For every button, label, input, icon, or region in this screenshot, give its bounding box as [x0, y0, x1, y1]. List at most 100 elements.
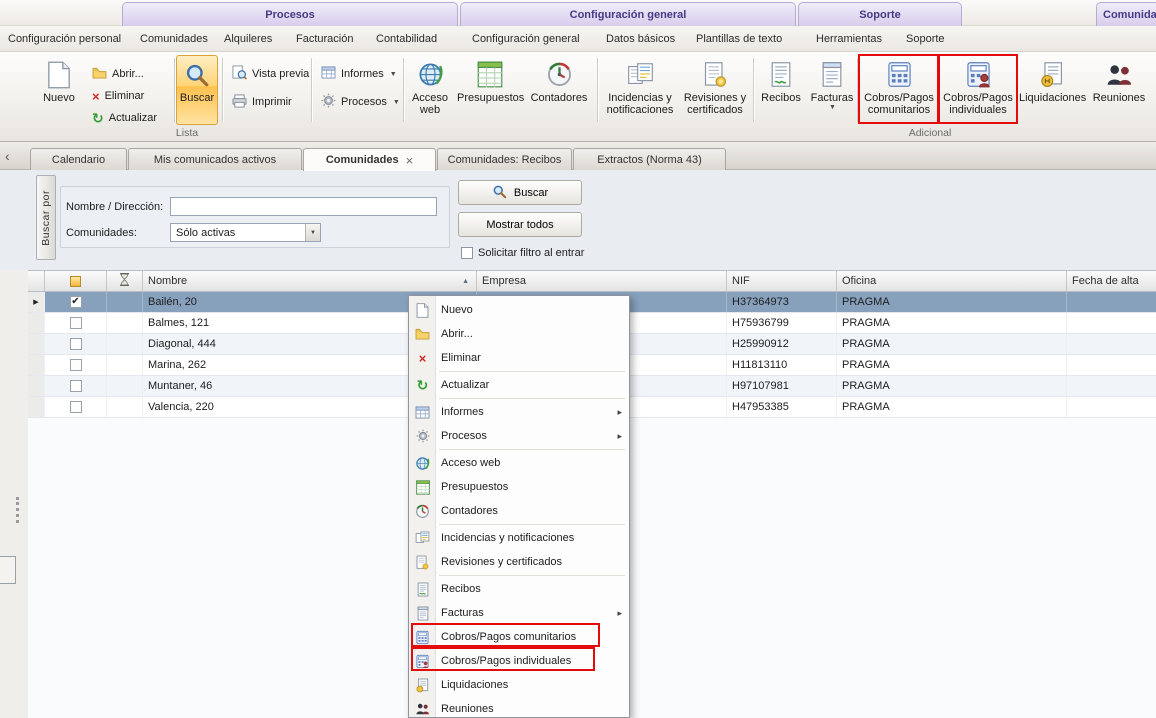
vista-previa-button[interactable]: Vista previa [228, 64, 313, 84]
select-all-column-header[interactable] [45, 271, 107, 291]
menu-item-eliminar[interactable]: × Eliminar [409, 346, 629, 370]
row-checkbox[interactable] [70, 338, 82, 350]
tab-comunidades-recibos[interactable]: Comunidades: Recibos [437, 148, 572, 170]
menu-item-presupuestos[interactable]: Presupuestos [409, 475, 629, 499]
delete-icon: × [92, 90, 100, 103]
name-address-input[interactable] [170, 197, 437, 216]
ribbon-tab-soporte[interactable]: Soporte [902, 31, 949, 47]
imprimir-button[interactable]: Imprimir [228, 92, 296, 112]
column-header-nombre[interactable]: Nombre▲ [143, 271, 477, 291]
ribbon-tab-contabilidad[interactable]: Contabilidad [372, 31, 441, 47]
actualizar-button[interactable]: ↻ Actualizar [88, 108, 161, 128]
submenu-arrow-icon: ▸ [617, 431, 622, 442]
row-select-cell [45, 397, 107, 417]
button-label: Reuniones [1089, 92, 1149, 104]
checkbox-box[interactable] [461, 247, 473, 259]
status-column-header[interactable] [107, 271, 143, 291]
procesos-dropdown-button[interactable]: Procesos ▼ [317, 92, 404, 112]
menu-item-contadores[interactable]: Contadores [409, 499, 629, 523]
column-header-oficina[interactable]: Oficina [837, 271, 1067, 291]
ribbon-tab-configuracion-personal[interactable]: Configuración personal [4, 31, 125, 47]
buscar-por-side-tab[interactable]: Buscar por [36, 175, 56, 260]
column-header-empresa[interactable]: Empresa [477, 271, 727, 291]
liquidaciones-button[interactable]: Liquidaciones [1018, 55, 1086, 125]
menu-item-procesos[interactable]: Procesos ▸ [409, 424, 629, 448]
row-checkbox[interactable]: ✔ [70, 296, 82, 308]
ribbon-tab-herramientas[interactable]: Herramientas [812, 31, 886, 47]
group-separator [174, 58, 175, 122]
column-header-nif[interactable]: NIF [727, 271, 837, 291]
submenu-arrow-icon: ▸ [617, 407, 622, 418]
row-checkbox[interactable] [70, 359, 82, 371]
recibos-button[interactable]: Recibos [756, 55, 806, 125]
ribbon-tab-comunidades[interactable]: Comunidades [136, 31, 212, 47]
eliminar-button[interactable]: × Eliminar [88, 86, 148, 106]
tab-scroll-left-icon[interactable]: ‹ [5, 148, 10, 164]
menu-item-abrir[interactable]: Abrir... [409, 322, 629, 346]
current-row-arrow-icon: ▶ [33, 298, 38, 306]
menu-item-incidencias[interactable]: Incidencias y notificaciones [409, 526, 629, 550]
informes-dropdown-button[interactable]: Informes ▼ [317, 64, 401, 84]
column-header-fecha-de-alta[interactable]: Fecha de alta [1067, 271, 1156, 291]
nuevo-button[interactable]: Nuevo [36, 55, 82, 125]
row-indicator-cell: ▶ [28, 292, 45, 312]
menu-item-acceso-web[interactable]: Acceso web [409, 451, 629, 475]
button-label: Procesos [341, 96, 387, 108]
column-header-label: Fecha de alta [1072, 275, 1139, 287]
ribbon-tab-bar: Configuración personal Comunidades Alqui… [0, 26, 1156, 52]
row-status-cell [107, 397, 143, 417]
ribbon-tab-configuracion-general[interactable]: Configuración general [468, 31, 584, 47]
side-tab-label: Buscar por [40, 190, 52, 246]
menu-item-informes[interactable]: Informes ▸ [409, 400, 629, 424]
cobros-pagos-comunitarios-button[interactable]: Cobros/Pagos comunitarios [861, 55, 937, 125]
revisiones-button[interactable]: Revisiones y certificados [679, 55, 751, 125]
menu-item-facturas[interactable]: Facturas ▸ [409, 601, 629, 625]
tab-label: Calendario [52, 154, 105, 166]
mostrar-todos-button[interactable]: Mostrar todos [458, 212, 582, 237]
menu-item-reuniones[interactable]: Reuniones [409, 697, 629, 718]
contadores-button[interactable]: Contadores [527, 55, 591, 125]
menu-item-recibos[interactable]: Recibos [409, 577, 629, 601]
splitter-drag-handle[interactable] [16, 497, 19, 523]
close-tab-icon[interactable]: × [406, 154, 414, 167]
abrir-button[interactable]: Abrir... [88, 64, 148, 84]
row-checkbox[interactable] [70, 317, 82, 329]
tab-mis-comunicados-activos[interactable]: Mis comunicados activos [128, 148, 302, 170]
incidencias-button[interactable]: Incidencias y notificaciones [601, 55, 679, 125]
tab-extractos-norma-43[interactable]: Extractos (Norma 43) [573, 148, 726, 170]
menu-item-nuevo[interactable]: Nuevo [409, 298, 629, 322]
solicitar-filtro-checkbox[interactable]: Solicitar filtro al entrar [461, 247, 584, 259]
reuniones-button[interactable]: Reuniones [1088, 55, 1150, 125]
settlement-coin-document-icon [414, 678, 431, 693]
ribbon-contextual-band: Procesos Configuración general Soporte C… [0, 0, 1156, 26]
menu-item-cobros-pagos-comunitarios[interactable]: Cobros/Pagos comunitarios [409, 625, 629, 649]
ribbon-tab-facturacion[interactable]: Facturación [292, 31, 357, 47]
ribbon-tab-datos-basicos[interactable]: Datos básicos [602, 31, 679, 47]
presupuestos-button[interactable]: Presupuestos [456, 55, 524, 125]
group-separator [403, 58, 404, 122]
menu-item-liquidaciones[interactable]: Liquidaciones [409, 673, 629, 697]
row-checkbox[interactable] [70, 401, 82, 413]
group-separator [857, 58, 858, 122]
collapsed-panel-button[interactable] [0, 556, 16, 584]
contextual-group-configuracion-general: Configuración general [460, 2, 796, 26]
acceso-web-button[interactable]: Acceso web [407, 55, 453, 125]
receipt-icon [414, 582, 431, 597]
context-menu: Nuevo Abrir... × Eliminar ↻ Actualizar I… [408, 295, 630, 718]
facturas-dropdown-button[interactable]: Facturas ▼ [807, 55, 857, 125]
button-label: Buscar [177, 92, 217, 104]
buscar-button[interactable]: Buscar [176, 55, 218, 125]
buscar-filter-button[interactable]: Buscar [458, 180, 582, 205]
ribbon-tab-plantillas-de-texto[interactable]: Plantillas de texto [692, 31, 786, 47]
communities-select[interactable]: Sólo activas ▼ [170, 223, 321, 242]
row-checkbox[interactable] [70, 380, 82, 392]
tab-calendario[interactable]: Calendario [30, 148, 127, 170]
menu-item-cobros-pagos-individuales[interactable]: Cobros/Pagos individuales [409, 649, 629, 673]
menu-item-revisiones[interactable]: Revisiones y certificados [409, 550, 629, 574]
group-separator [597, 58, 598, 122]
cobros-pagos-individuales-button[interactable]: Cobros/Pagos individuales [940, 55, 1016, 125]
menu-item-actualizar[interactable]: ↻ Actualizar [409, 373, 629, 397]
ribbon-tab-alquileres[interactable]: Alquileres [220, 31, 276, 47]
row-select-cell [45, 313, 107, 333]
tab-comunidades[interactable]: Comunidades × [303, 148, 436, 171]
